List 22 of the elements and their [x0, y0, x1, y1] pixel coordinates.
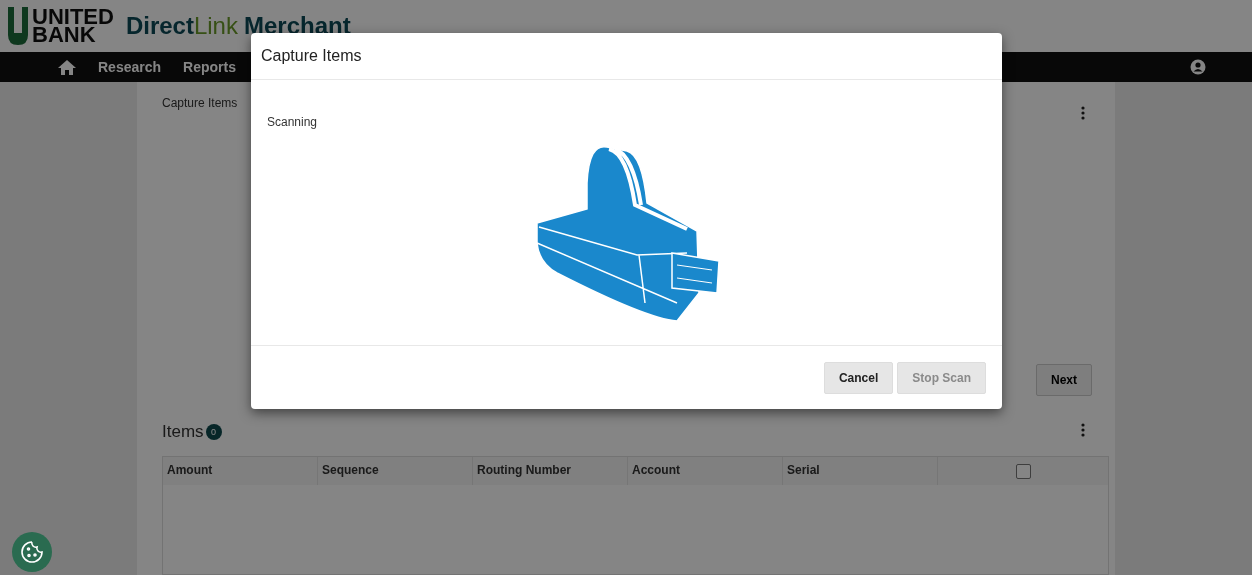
- count-badge: 0: [205, 424, 222, 440]
- status-text: Scanning: [267, 115, 319, 129]
- home-icon[interactable]: [58, 59, 76, 75]
- column-header: Account: [628, 457, 783, 485]
- dialog-button[interactable]: Cancel: [823, 361, 894, 394]
- breadcrumb: Capture Items: [162, 96, 238, 112]
- cookie-icon: [20, 540, 44, 564]
- column-header: Serial: [783, 457, 938, 485]
- logo-icon: [8, 7, 28, 45]
- more-icon[interactable]: [1081, 106, 1085, 120]
- dialog-title: Capture Items: [261, 47, 362, 65]
- nav-link[interactable]: Research: [98, 59, 162, 75]
- column-header: Routing Number: [473, 457, 628, 485]
- select-all-checkbox[interactable]: [1015, 463, 1031, 479]
- column-header: Amount: [163, 457, 318, 485]
- next-button[interactable]: Next: [1036, 364, 1092, 396]
- more-icon[interactable]: [1081, 423, 1085, 437]
- nav-link[interactable]: Reports: [183, 59, 236, 75]
- section-title: Items 0: [162, 422, 222, 442]
- logo-text: UNITED BANK: [32, 8, 114, 44]
- user-icon[interactable]: [1190, 59, 1206, 75]
- column-header: Sequence: [318, 457, 473, 485]
